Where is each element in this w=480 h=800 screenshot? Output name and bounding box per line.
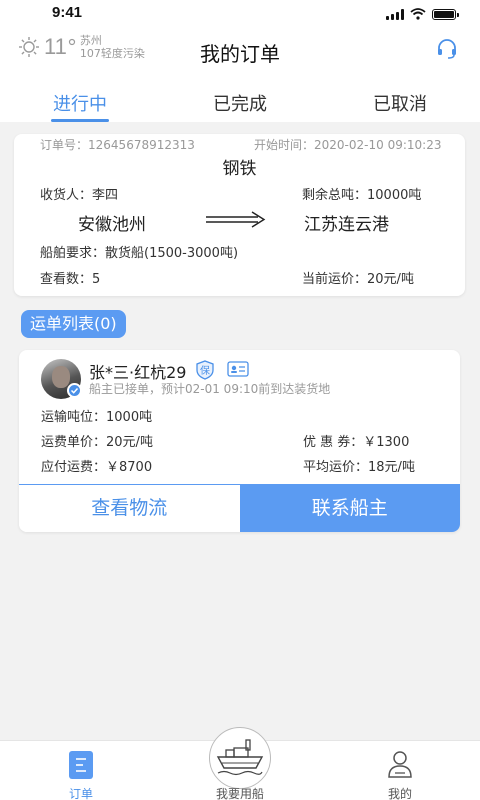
status-time: 9:41 [52, 4, 83, 21]
order-card[interactable]: 订单号：12645678912313 开始时间：2020-02-10 09:10… [14, 134, 465, 296]
headset-icon[interactable] [436, 38, 458, 60]
remaining-tonnage: 剩余总吨：10000吨 [302, 188, 422, 203]
status-bar: 9:41 [0, 0, 480, 28]
order-start-time: 开始时间：2020-02-10 09:10:23 [254, 138, 442, 152]
average-freight: 平均运价：18元/吨 [303, 460, 415, 475]
waybill-actions: 查看物流 联系船主 [19, 484, 460, 532]
contact-shipowner-button[interactable]: 联系船主 [239, 485, 460, 532]
origin-city: 安徽池州 [78, 215, 146, 235]
current-freight: 当前运价：20元/吨 [302, 272, 414, 287]
status-icons [386, 8, 459, 20]
tab-cancelled[interactable]: 已取消 [320, 74, 480, 122]
insurance-badge-icon: 保 [196, 360, 214, 380]
wifi-icon [410, 8, 426, 20]
bottom-nav: 订单 我要用船 我的 [0, 727, 480, 800]
waybill-card: 张*三·红杭29 保 船主已接单，预计02-01 09:10前到达装货地 运输吨… [19, 350, 460, 532]
nav-use-ship-label: 我要用船 [215, 787, 264, 800]
route-arrow-icon [206, 211, 266, 228]
verified-icon [67, 383, 82, 398]
freight-unit-price: 运费单价：20元/吨 [41, 435, 153, 450]
signal-icon [386, 8, 404, 20]
page-title: 我的订单 [200, 42, 280, 66]
view-count: 查看数：5 [40, 272, 101, 287]
order-number: 订单号：12645678912313 [40, 138, 195, 152]
waybill-list-tag: 运单列表(0) [21, 310, 126, 338]
tab-in-progress[interactable]: 进行中 [0, 74, 160, 122]
transport-tonnage: 运输吨位：1000吨 [41, 410, 153, 425]
tab-completed[interactable]: 已完成 [160, 74, 320, 122]
insurance-badge-text: 保 [200, 364, 210, 377]
nav-mine[interactable]: 我的 [340, 741, 460, 800]
order-tabs: 进行中 已完成 已取消 [0, 74, 480, 122]
user-icon [388, 751, 412, 778]
coupon: 优 惠 券：￥1300 [303, 435, 410, 450]
nav-orders-label: 订单 [68, 787, 93, 800]
order-icon [69, 751, 93, 779]
battery-icon [432, 8, 459, 20]
header: 11 苏州 107轻度污染 我的订单 [0, 28, 480, 74]
consignee: 收货人：李四 [40, 188, 119, 203]
ship-requirement: 船舶要求：散货船(1500-3000吨) [40, 246, 239, 261]
nav-mine-label: 我的 [387, 787, 412, 800]
cargo-name: 钢铁 [222, 159, 257, 179]
destination-city: 江苏连云港 [304, 215, 389, 235]
nav-use-ship[interactable]: 我要用船 [180, 741, 300, 800]
payable-freight: 应付运费：￥8700 [41, 460, 153, 475]
view-logistics-button[interactable]: 查看物流 [19, 485, 240, 532]
nav-orders[interactable]: 订单 [21, 741, 141, 800]
id-card-icon [227, 361, 249, 377]
waybill-status: 船主已接单，预计02-01 09:10前到达装货地 [89, 382, 331, 396]
